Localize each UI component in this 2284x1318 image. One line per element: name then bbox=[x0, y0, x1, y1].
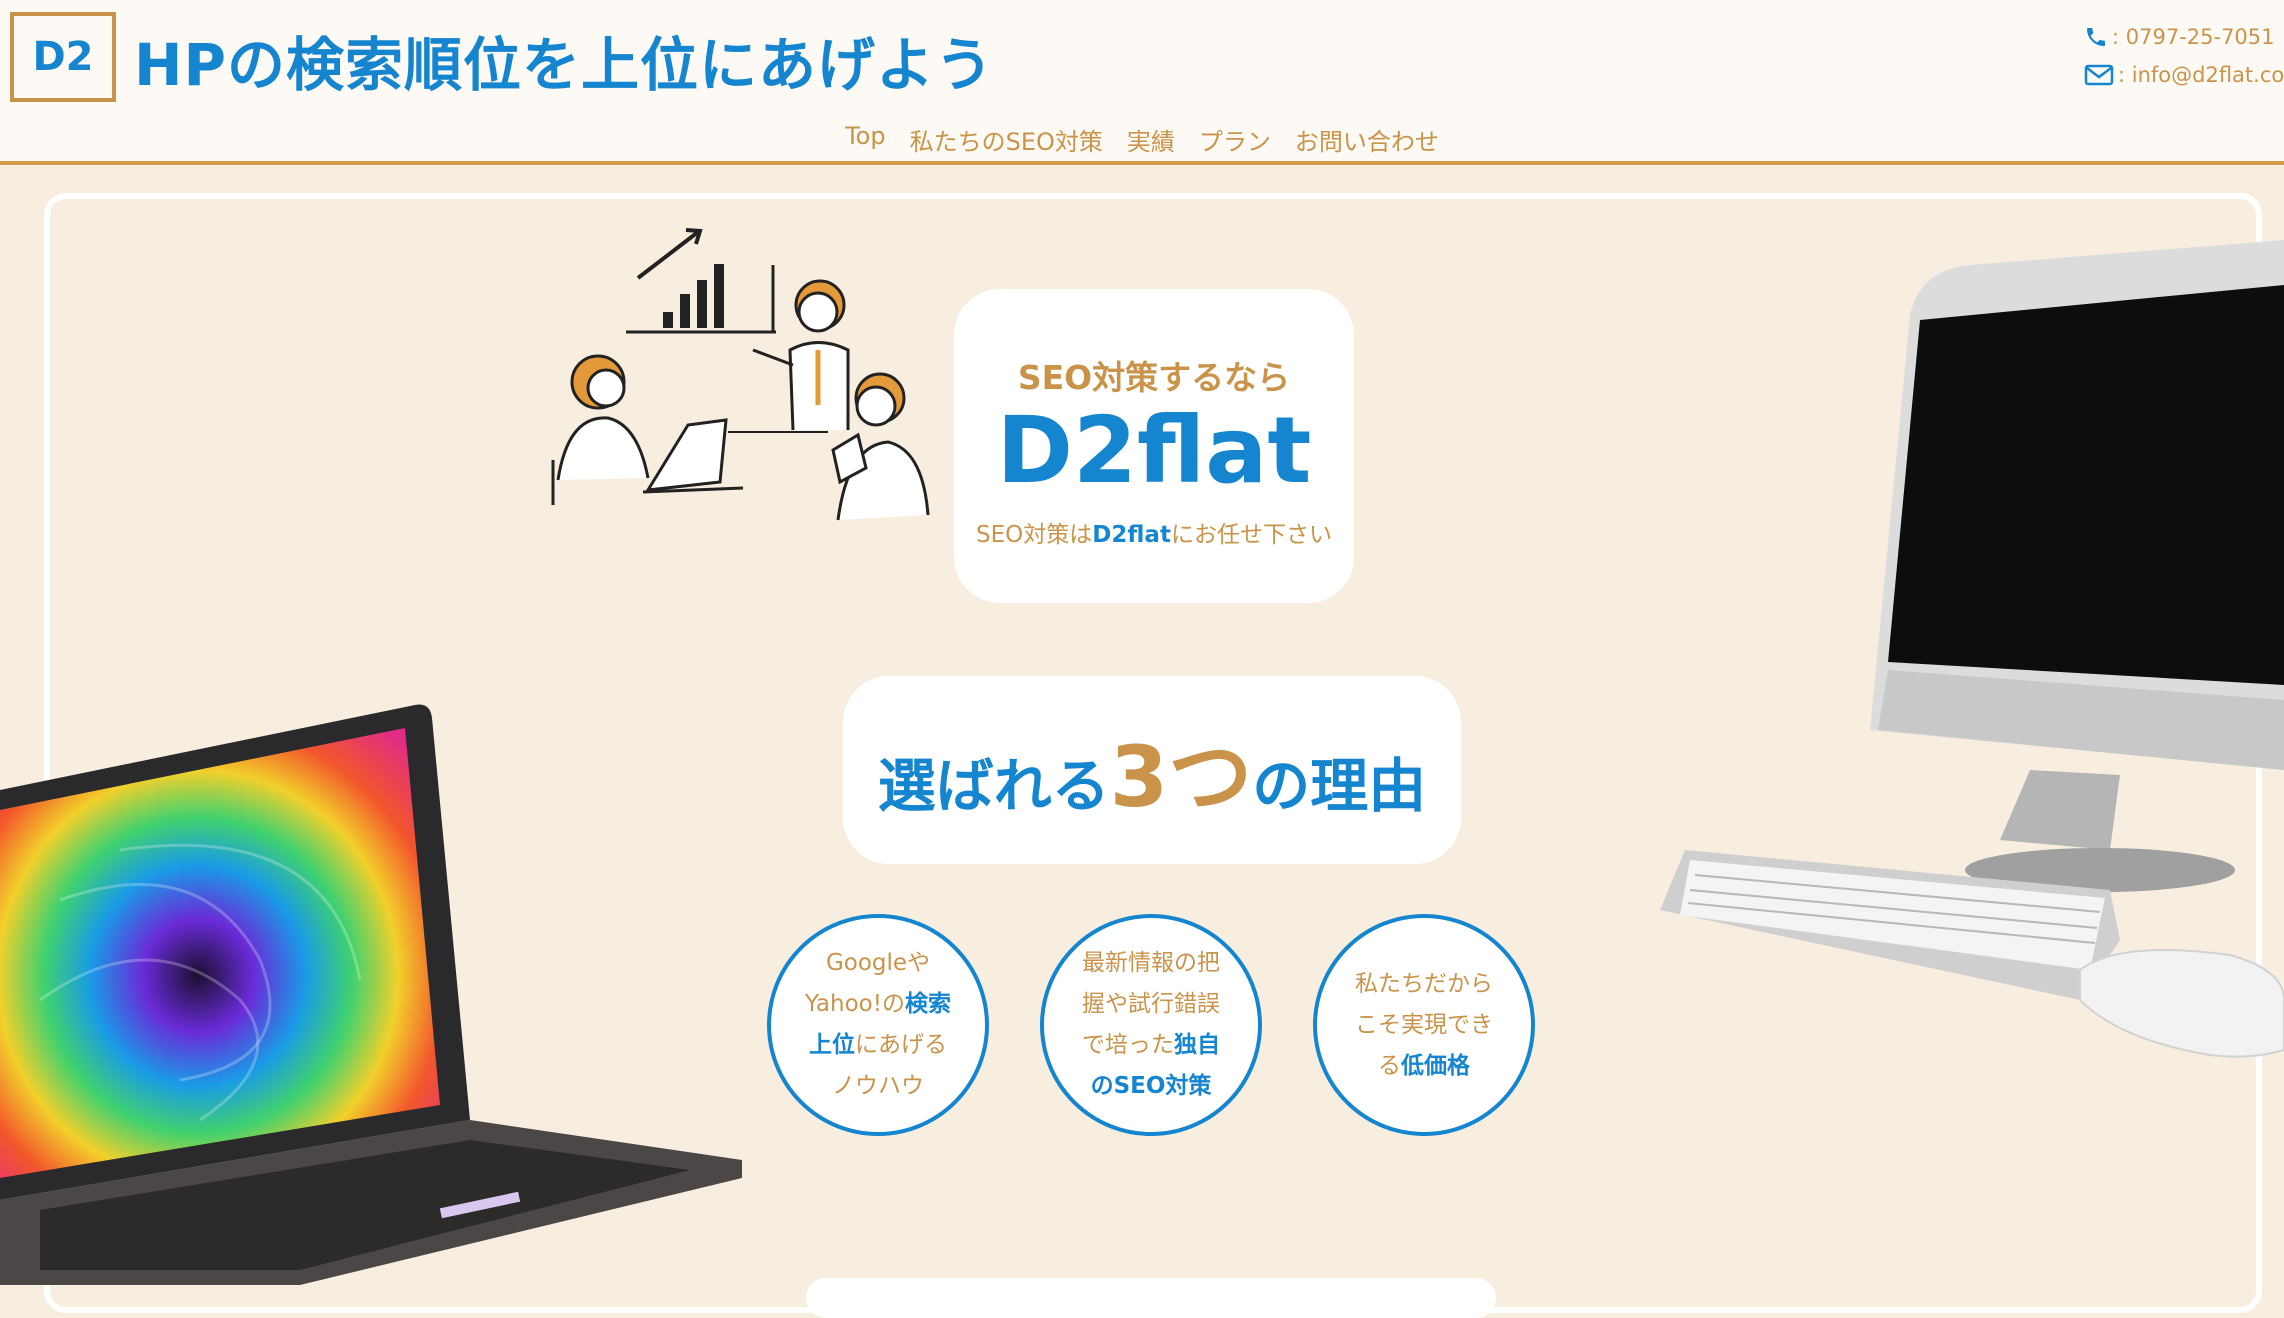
email-address: : info@d2flat.co bbox=[2118, 63, 2284, 87]
reason3-text: こそ実現でき bbox=[1355, 1011, 1493, 1038]
nav-item-top[interactable]: Top bbox=[845, 122, 886, 157]
business-meeting-illustration bbox=[551, 228, 930, 521]
tagline-brand: D2flat bbox=[1092, 522, 1171, 548]
reason1-text: にあげる bbox=[854, 1032, 947, 1058]
reasons-title-post: の理由 bbox=[1252, 751, 1427, 820]
reason3-text: る bbox=[1378, 1052, 1401, 1079]
hero-card: SEO対策するなら D2flat SEO対策はD2flatにお任せ下さい bbox=[954, 289, 1354, 603]
hero-brand: D2flat bbox=[996, 397, 1312, 504]
hero-tagline: SEO対策はD2flatにお任せ下さい bbox=[954, 515, 1354, 549]
contact-info: : 0797-25-7051 : info@d2flat.co bbox=[2084, 18, 2284, 94]
reasons-title-number: 3つ bbox=[1109, 727, 1253, 826]
tagline-post: にお任せ下さい bbox=[1170, 522, 1332, 548]
nav-item-seo[interactable]: 私たちのSEO対策 bbox=[910, 122, 1103, 157]
reason2-highlight: のSEO対策 bbox=[1090, 1073, 1212, 1099]
reason3-text: 私たちだから bbox=[1355, 970, 1493, 997]
reason-circle-1: Googleや Yahoo!の検索 上位にあげる ノウハウ bbox=[767, 914, 989, 1136]
site-title[interactable]: HPの検索順位を上位にあげよう bbox=[134, 18, 994, 102]
email-row[interactable]: : info@d2flat.co bbox=[2084, 56, 2284, 94]
logo[interactable]: D2 bbox=[10, 12, 116, 102]
reasons-title-pre: 選ばれる bbox=[877, 751, 1110, 820]
nav-item-results[interactable]: 実績 bbox=[1127, 122, 1175, 157]
reason3-highlight: 低価格 bbox=[1401, 1052, 1470, 1079]
reason2-text: で培った bbox=[1082, 1032, 1174, 1058]
next-section-card bbox=[806, 1278, 1496, 1318]
main-nav: Top 私たちのSEO対策 実績 プラン お問い合わせ bbox=[0, 122, 2284, 157]
tagline-pre: SEO対策は bbox=[976, 522, 1093, 548]
phone-number: : 0797-25-7051 bbox=[2112, 25, 2275, 49]
reason1-text: Googleや bbox=[825, 950, 931, 976]
nav-item-contact[interactable]: お問い合わせ bbox=[1295, 122, 1439, 157]
reason1-text: ノウハウ bbox=[831, 1073, 924, 1099]
laptop-image bbox=[0, 704, 742, 1285]
phone-icon bbox=[2087, 28, 2105, 46]
reason-circle-2: 最新情報の把 握や試行錯誤 で培った独自 のSEO対策 bbox=[1040, 914, 1262, 1136]
nav-item-plans[interactable]: プラン bbox=[1199, 122, 1271, 157]
site-header: D2 HPの検索順位を上位にあげよう : 0797-25-7051 : info… bbox=[0, 0, 2284, 165]
desktop-computer-image bbox=[1660, 240, 2284, 1058]
hero-subtitle: SEO対策するなら bbox=[1017, 358, 1291, 397]
reason1-highlight: 検索 bbox=[904, 991, 951, 1017]
reason1-highlight: 上位 bbox=[808, 1032, 855, 1058]
reasons-title: 選ばれる3つの理由 bbox=[878, 710, 1426, 831]
phone-row[interactable]: : 0797-25-7051 bbox=[2084, 18, 2284, 56]
reason2-highlight: 独自 bbox=[1174, 1032, 1220, 1058]
reason-circle-3: 私たちだから こそ実現でき る低価格 bbox=[1313, 914, 1535, 1136]
reason1-text: Yahoo!の bbox=[805, 991, 905, 1017]
reason2-text: 握や試行錯誤 bbox=[1082, 991, 1220, 1017]
mail-icon bbox=[2084, 64, 2114, 86]
reasons-card: 選ばれる3つの理由 bbox=[843, 676, 1461, 864]
reason2-text: 最新情報の把 bbox=[1082, 950, 1220, 976]
